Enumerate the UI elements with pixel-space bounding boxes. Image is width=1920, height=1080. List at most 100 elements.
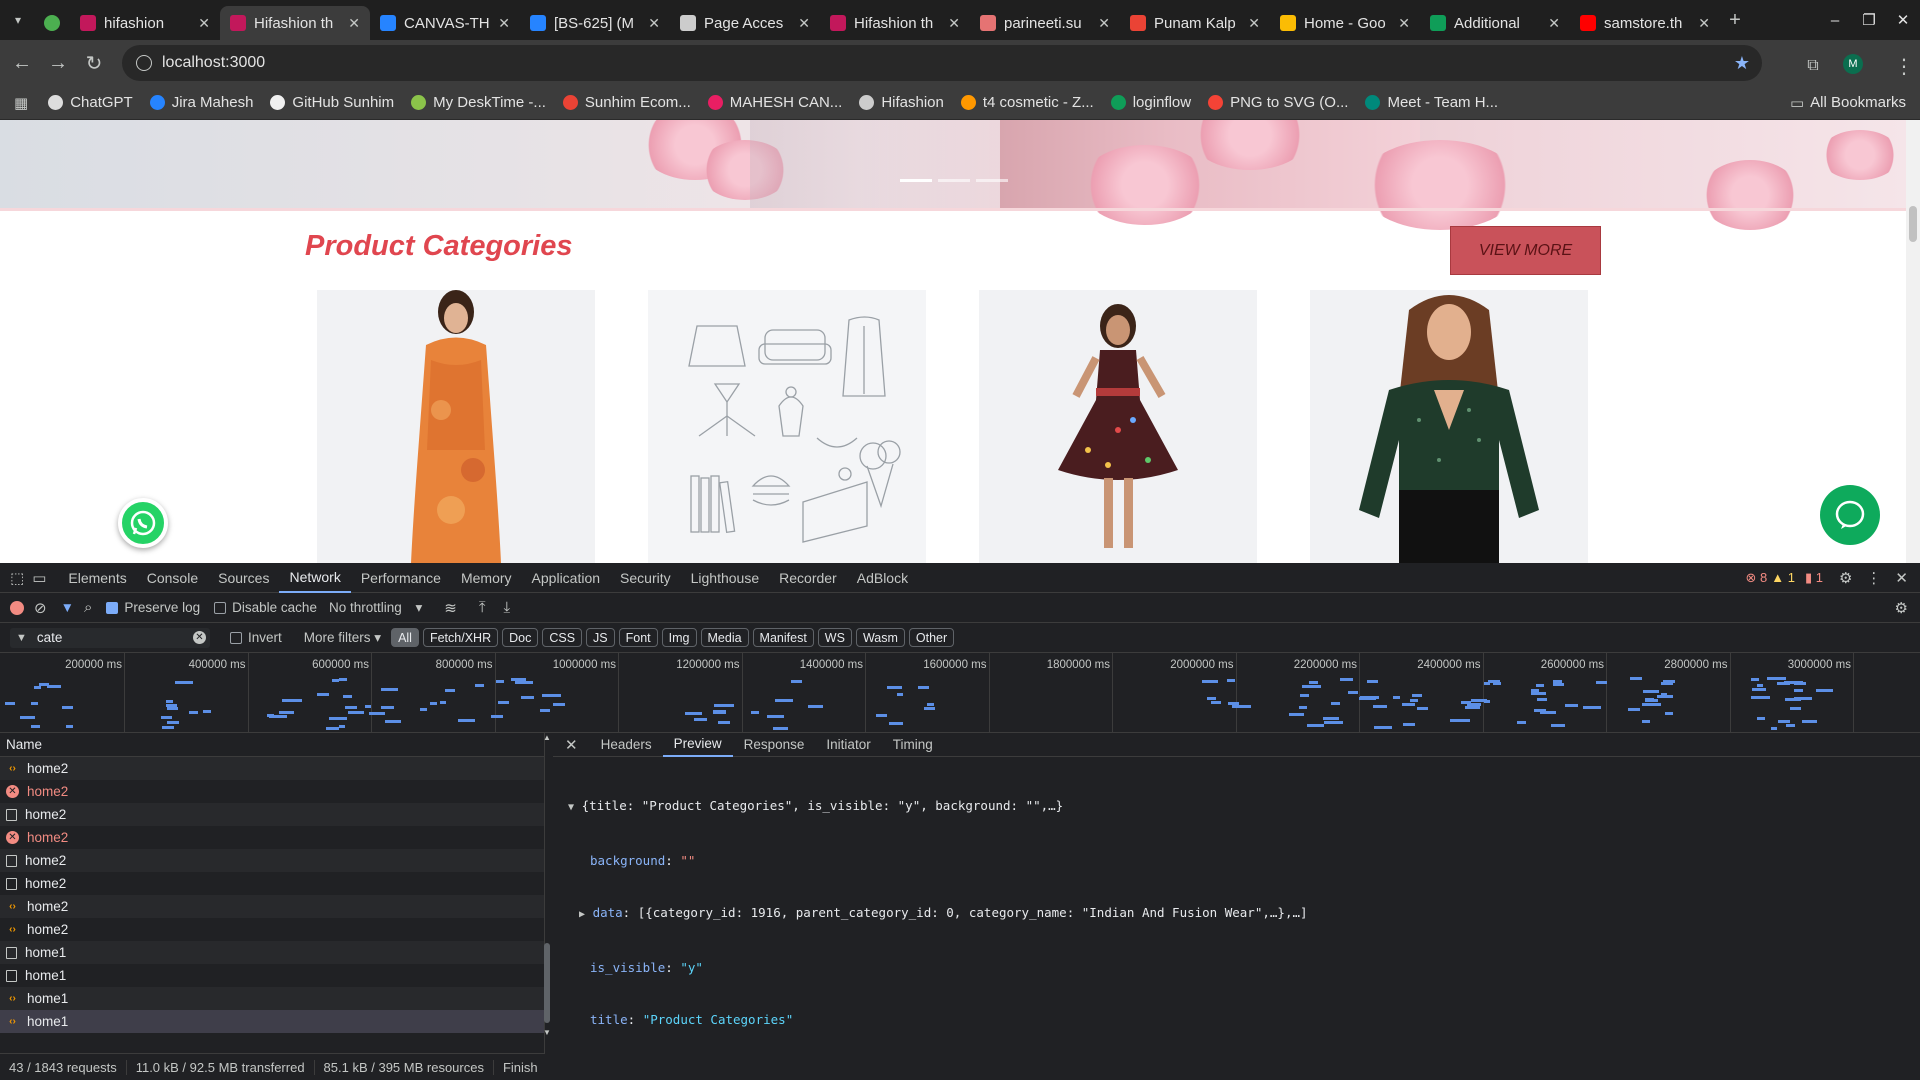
restore-button[interactable]: ❐ xyxy=(1852,11,1886,29)
close-tab-icon[interactable]: ✕ xyxy=(1548,15,1560,32)
close-tab-icon[interactable]: ✕ xyxy=(198,15,210,32)
bookmark-item[interactable]: My DeskTime -... xyxy=(411,94,546,111)
clear-log-icon[interactable]: ⊘ xyxy=(34,599,47,617)
close-tab-icon[interactable]: ✕ xyxy=(1248,15,1260,32)
name-column-header[interactable]: Name xyxy=(0,733,544,757)
category-card-kids[interactable] xyxy=(979,290,1257,563)
close-tab-icon[interactable]: ✕ xyxy=(1098,15,1110,32)
forward-button[interactable]: → xyxy=(40,45,76,81)
tab-10[interactable]: Additional ✕ xyxy=(1420,6,1570,40)
whatsapp-button[interactable] xyxy=(118,498,168,548)
tab-11[interactable]: samstore.th ✕ xyxy=(1570,6,1720,40)
tab-8[interactable]: Punam Kalp ✕ xyxy=(1120,6,1270,40)
throttling-select[interactable]: No throttling ▾ xyxy=(329,600,422,616)
bookmark-item[interactable]: ChatGPT xyxy=(48,94,133,111)
request-row[interactable]: ✕ home2 xyxy=(0,780,544,803)
minimize-button[interactable]: – xyxy=(1818,12,1852,29)
expand-triangle-icon[interactable]: ▼ xyxy=(568,802,574,813)
tab-7[interactable]: parineeti.su ✕ xyxy=(970,6,1120,40)
close-tab-icon[interactable]: ✕ xyxy=(1398,15,1410,32)
carousel-dot[interactable] xyxy=(938,179,970,182)
carousel-dot[interactable] xyxy=(976,179,1008,182)
request-row[interactable]: ‹› home2 xyxy=(0,895,544,918)
close-tab-icon[interactable]: ✕ xyxy=(1698,15,1710,32)
back-button[interactable]: ← xyxy=(4,45,40,81)
filter-chip-doc[interactable]: Doc xyxy=(502,628,539,647)
detail-tab-response[interactable]: Response xyxy=(733,733,816,757)
request-row[interactable]: home1 xyxy=(0,941,544,964)
tab-5[interactable]: Page Acces ✕ xyxy=(670,6,820,40)
issues-count-badge[interactable]: ▮ 1 xyxy=(1805,570,1823,586)
request-row[interactable]: ‹› home1 xyxy=(0,1010,544,1033)
preview-title-row[interactable]: title: "Product Categories" xyxy=(568,1011,1920,1029)
category-card-indian-fusion[interactable] xyxy=(317,290,595,563)
request-scroll-thumb[interactable] xyxy=(544,943,550,1023)
preview-data-row[interactable]: ▶ data: [{category_id: 1916, parent_cate… xyxy=(568,904,1920,924)
devtools-tab-recorder[interactable]: Recorder xyxy=(769,563,847,593)
tab-4[interactable]: [BS-625] (M ✕ xyxy=(520,6,670,40)
devtools-tab-elements[interactable]: Elements xyxy=(58,563,136,593)
clear-filter-icon[interactable]: ✕ xyxy=(193,631,206,644)
request-row[interactable]: ‹› home2 xyxy=(0,757,544,780)
filter-value[interactable]: cate xyxy=(37,630,63,645)
preview-background-row[interactable]: background: "" xyxy=(568,852,1920,870)
detail-tab-preview[interactable]: Preview xyxy=(662,733,733,757)
new-tab-button[interactable]: + xyxy=(1720,9,1750,32)
extensions-button[interactable]: ⧉ xyxy=(1795,48,1831,84)
request-row[interactable]: ✕ home2 xyxy=(0,826,544,849)
preview-summary-row[interactable]: ▼ {title: "Product Categories", is_visib… xyxy=(568,797,1920,817)
filter-chip-img[interactable]: Img xyxy=(661,628,697,647)
bookmark-item[interactable]: PNG to SVG (O... xyxy=(1208,94,1348,111)
request-list-scrollbar[interactable]: ▲ ▼ xyxy=(541,733,553,1038)
error-count-badge[interactable]: ⊗ 8 xyxy=(1746,570,1768,586)
apps-grid-icon[interactable]: ▦ xyxy=(14,94,28,112)
bookmark-item[interactable]: Hifashion xyxy=(859,94,944,111)
filter-chip-all[interactable]: All xyxy=(391,628,419,647)
detail-tab-initiator[interactable]: Initiator xyxy=(815,733,881,757)
request-row[interactable]: home2 xyxy=(0,849,544,872)
device-toolbar-icon[interactable]: ▭ xyxy=(32,569,46,587)
network-overview-timeline[interactable]: 200000 ms 400000 ms 600000 ms 800000 ms 1000… xyxy=(0,653,1920,733)
close-window-button[interactable]: ✕ xyxy=(1886,11,1920,29)
category-card-generic[interactable] xyxy=(648,290,926,563)
request-row[interactable]: ‹› home2 xyxy=(0,918,544,941)
collapsed-triangle-icon[interactable]: ▶ xyxy=(579,909,585,920)
detail-tab-timing[interactable]: Timing xyxy=(882,733,944,757)
close-tab-icon[interactable]: ✕ xyxy=(498,15,510,32)
preview-visible-row[interactable]: is_visible: "y" xyxy=(568,959,1920,977)
wifi-conditions-icon[interactable]: ≋ xyxy=(444,599,457,617)
search-icon[interactable]: ⌕ xyxy=(84,599,92,616)
devtools-menu-icon[interactable]: ⋮ xyxy=(1866,569,1881,587)
filter-chip-fetchxhr[interactable]: Fetch/XHR xyxy=(422,628,499,647)
network-settings-icon[interactable]: ⚙ xyxy=(1895,599,1908,617)
settings-gear-icon[interactable]: ⚙ xyxy=(1839,569,1852,587)
devtools-tab-lighthouse[interactable]: Lighthouse xyxy=(681,563,770,593)
bookmark-item[interactable]: Sunhim Ecom... xyxy=(562,94,691,111)
browser-menu-button[interactable]: ⋮ xyxy=(1886,48,1920,84)
filter-chip-manifest[interactable]: Manifest xyxy=(752,628,814,647)
filter-chip-font[interactable]: Font xyxy=(618,628,658,647)
filter-funnel-icon[interactable]: ▼ xyxy=(61,600,74,615)
tab-0[interactable] xyxy=(36,6,70,40)
tab-3[interactable]: CANVAS-TH ✕ xyxy=(370,6,520,40)
profile-avatar[interactable]: M xyxy=(1843,54,1863,74)
close-devtools-icon[interactable]: ✕ xyxy=(1895,569,1908,587)
chat-widget-button[interactable] xyxy=(1820,485,1880,545)
close-tab-icon[interactable]: ✕ xyxy=(348,15,360,32)
bookmark-item[interactable]: t4 cosmetic - Z... xyxy=(960,94,1094,111)
url-text[interactable]: localhost:3000 xyxy=(162,54,265,72)
tab-1[interactable]: hifashion ✕ xyxy=(70,6,220,40)
tab-2[interactable]: Hifashion th ✕ xyxy=(220,6,370,40)
reload-button[interactable]: ↻ xyxy=(76,45,112,81)
filter-chip-css[interactable]: CSS xyxy=(542,628,583,647)
hero-banner[interactable] xyxy=(0,120,1906,230)
filter-chip-js[interactable]: JS xyxy=(586,628,615,647)
tab-6[interactable]: Hifashion th ✕ xyxy=(820,6,970,40)
export-har-icon[interactable]: ⤓ xyxy=(504,599,511,616)
filter-chip-wasm[interactable]: Wasm xyxy=(855,628,905,647)
request-row[interactable]: home2 xyxy=(0,803,544,826)
devtools-tab-network[interactable]: Network xyxy=(279,563,351,593)
close-tab-icon[interactable]: ✕ xyxy=(798,15,810,32)
category-card-women-tops[interactable] xyxy=(1310,290,1588,563)
filter-chip-ws[interactable]: WS xyxy=(817,628,852,647)
